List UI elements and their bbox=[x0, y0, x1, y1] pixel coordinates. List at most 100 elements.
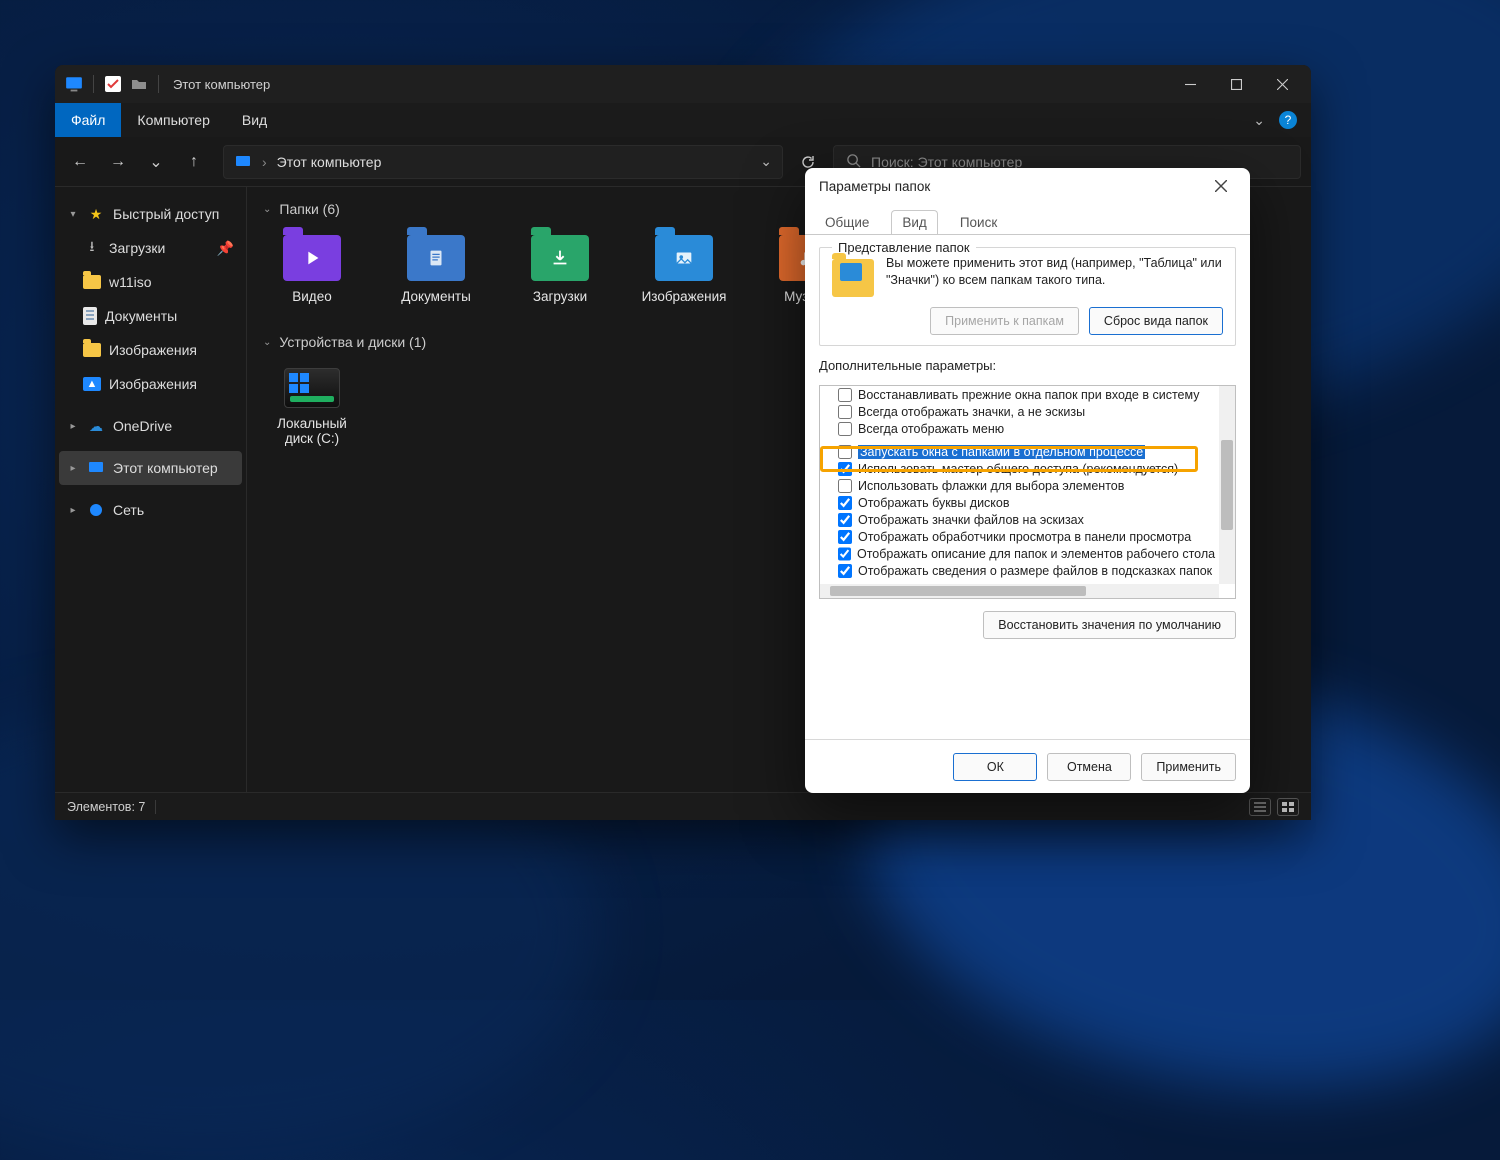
advanced-option[interactable]: Отображать описание для папок и элементо… bbox=[820, 545, 1219, 562]
horizontal-scrollbar[interactable] bbox=[820, 584, 1219, 598]
sidebar-item-downloads[interactable]: ⭳ Загрузки 📌 bbox=[59, 231, 242, 265]
sidebar-label: Сеть bbox=[113, 502, 144, 518]
tab-general[interactable]: Общие bbox=[815, 211, 879, 234]
picture-icon: ▲ bbox=[83, 377, 101, 391]
sidebar-item-w11iso[interactable]: w11iso bbox=[59, 265, 242, 299]
reset-folders-button[interactable]: Сброс вида папок bbox=[1089, 307, 1223, 335]
ok-button[interactable]: ОК bbox=[953, 753, 1037, 781]
option-checkbox[interactable] bbox=[838, 479, 852, 493]
address-bar[interactable]: › Этот компьютер ⌄ bbox=[223, 145, 783, 179]
sidebar-network[interactable]: ▸ Сеть bbox=[59, 493, 242, 527]
status-items: Элементов: 7 bbox=[67, 800, 145, 814]
chevron-down-icon: ⌄ bbox=[263, 204, 271, 215]
advanced-option[interactable]: Всегда отображать меню bbox=[820, 420, 1219, 437]
option-label: Отображать обработчики просмотра в панел… bbox=[858, 530, 1191, 544]
ribbon-tab-file[interactable]: Файл bbox=[55, 103, 121, 137]
star-icon: ★ bbox=[87, 205, 105, 223]
folder-tile-downloads[interactable]: Загрузки bbox=[517, 235, 603, 304]
sidebar-item-documents[interactable]: Документы bbox=[59, 299, 242, 333]
folder-tile-pictures[interactable]: Изображения bbox=[641, 235, 727, 304]
option-label: Отображать описание для папок и элементо… bbox=[857, 547, 1215, 561]
advanced-option[interactable]: Использовать мастер общего доступа (реко… bbox=[820, 460, 1219, 477]
sidebar-this-pc[interactable]: ▸ Этот компьютер bbox=[59, 451, 242, 485]
advanced-option[interactable]: Отображать значки файлов на эскизах bbox=[820, 511, 1219, 528]
option-checkbox[interactable] bbox=[838, 462, 852, 476]
drive-icon bbox=[284, 368, 340, 408]
ribbon-tabs: Файл Компьютер Вид ⌄ ? bbox=[55, 103, 1311, 137]
help-icon[interactable]: ? bbox=[1279, 111, 1297, 129]
address-dropdown-icon[interactable]: ⌄ bbox=[760, 153, 772, 170]
advanced-option[interactable]: Всегда отображать значки, а не эскизы bbox=[820, 403, 1219, 420]
close-button[interactable] bbox=[1259, 65, 1305, 103]
option-label: Использовать флажки для выбора элементов bbox=[858, 479, 1124, 493]
option-checkbox[interactable] bbox=[838, 564, 852, 578]
ribbon-tab-computer[interactable]: Компьютер bbox=[121, 103, 225, 137]
sidebar-item-pictures-lib[interactable]: ▲ Изображения bbox=[59, 367, 242, 401]
chevron-right-icon: ▸ bbox=[67, 421, 79, 432]
dialog-actions: ОК Отмена Применить bbox=[805, 739, 1250, 793]
option-checkbox[interactable] bbox=[838, 530, 852, 544]
nav-back-button[interactable]: ← bbox=[65, 147, 95, 177]
folder-tile-videos[interactable]: Видео bbox=[269, 235, 355, 304]
sidebar-onedrive[interactable]: ▸ ☁ OneDrive bbox=[59, 409, 242, 443]
dialog-close-button[interactable] bbox=[1206, 171, 1236, 201]
sidebar-quick-access[interactable]: ▾ ★ Быстрый доступ bbox=[59, 197, 242, 231]
nav-forward-button[interactable]: → bbox=[103, 147, 133, 177]
apply-to-folders-button[interactable]: Применить к папкам bbox=[930, 307, 1079, 335]
download-icon: ⭳ bbox=[83, 239, 101, 257]
apply-button[interactable]: Применить bbox=[1141, 753, 1236, 781]
advanced-option[interactable]: Запускать окна с папками в отдельном про… bbox=[820, 443, 1219, 460]
nav-recent-button[interactable]: ⌄ bbox=[141, 147, 171, 177]
group-text: Вы можете применить этот вид (например, … bbox=[886, 255, 1223, 297]
tile-label: Изображения bbox=[642, 289, 727, 304]
tab-view[interactable]: Вид bbox=[891, 210, 937, 234]
option-checkbox[interactable] bbox=[838, 437, 852, 443]
advanced-option[interactable]: Отображать обработчики просмотра в панел… bbox=[820, 528, 1219, 545]
chevron-down-icon: ⌄ bbox=[263, 337, 271, 348]
sidebar-item-pictures[interactable]: Изображения bbox=[59, 333, 242, 367]
advanced-option[interactable]: Использовать флажки для выбора элементов bbox=[820, 477, 1219, 494]
option-checkbox[interactable] bbox=[838, 422, 852, 436]
ribbon-tab-view[interactable]: Вид bbox=[226, 103, 283, 137]
option-checkbox[interactable] bbox=[838, 547, 851, 561]
advanced-option[interactable]: Восстанавливать прежние окна папок при в… bbox=[820, 386, 1219, 403]
option-label: Восстанавливать прежние окна папок при в… bbox=[858, 388, 1199, 402]
folder-view-group: Представление папок Вы можете применить … bbox=[819, 247, 1236, 346]
option-checkbox[interactable] bbox=[838, 388, 852, 402]
option-checkbox[interactable] bbox=[838, 513, 852, 527]
advanced-label: Дополнительные параметры: bbox=[819, 358, 1236, 373]
option-checkbox[interactable] bbox=[838, 445, 852, 459]
sidebar-item-label: Изображения bbox=[109, 376, 197, 392]
sidebar-item-label: Изображения bbox=[109, 342, 197, 358]
sidebar-label: Быстрый доступ bbox=[113, 206, 219, 222]
breadcrumb-this-pc[interactable]: Этот компьютер bbox=[277, 154, 382, 170]
cancel-button[interactable]: Отмена bbox=[1047, 753, 1131, 781]
tile-label: Загрузки bbox=[533, 289, 587, 304]
pin-icon: 📌 bbox=[217, 240, 234, 257]
checklist-icon bbox=[104, 75, 122, 93]
this-pc-title-icon bbox=[65, 75, 83, 93]
advanced-option[interactable]: Отображать сведения о размере файлов в п… bbox=[820, 562, 1219, 579]
option-label: Отображать буквы дисков bbox=[858, 496, 1010, 510]
option-checkbox[interactable] bbox=[838, 496, 852, 510]
drive-tile-c[interactable]: Локальный диск (C:) bbox=[269, 368, 355, 446]
sidebar-item-label: Документы bbox=[105, 308, 177, 324]
vertical-scrollbar[interactable] bbox=[1219, 386, 1235, 584]
titlebar: Этот компьютер bbox=[55, 65, 1311, 103]
folder-options-dialog: Параметры папок Общие Вид Поиск Представ… bbox=[805, 168, 1250, 793]
restore-defaults-button[interactable]: Восстановить значения по умолчанию bbox=[983, 611, 1236, 639]
view-details-button[interactable] bbox=[1249, 798, 1271, 816]
maximize-button[interactable] bbox=[1213, 65, 1259, 103]
nav-up-button[interactable]: ↑ bbox=[179, 147, 209, 177]
group-title: Папки (6) bbox=[279, 201, 339, 217]
tab-search[interactable]: Поиск bbox=[950, 211, 1007, 234]
minimize-button[interactable] bbox=[1167, 65, 1213, 103]
folder-tile-documents[interactable]: Документы bbox=[393, 235, 479, 304]
advanced-option[interactable]: Отображать буквы дисков bbox=[820, 494, 1219, 511]
option-checkbox[interactable] bbox=[838, 405, 852, 419]
advanced-settings-list[interactable]: Восстанавливать прежние окна папок при в… bbox=[819, 385, 1236, 599]
option-label: Использовать мастер общего доступа (реко… bbox=[858, 462, 1178, 476]
view-tiles-button[interactable] bbox=[1277, 798, 1299, 816]
option-label: Отображать значки файлов на эскизах bbox=[858, 513, 1084, 527]
ribbon-expand-icon[interactable]: ⌄ bbox=[1253, 112, 1265, 129]
